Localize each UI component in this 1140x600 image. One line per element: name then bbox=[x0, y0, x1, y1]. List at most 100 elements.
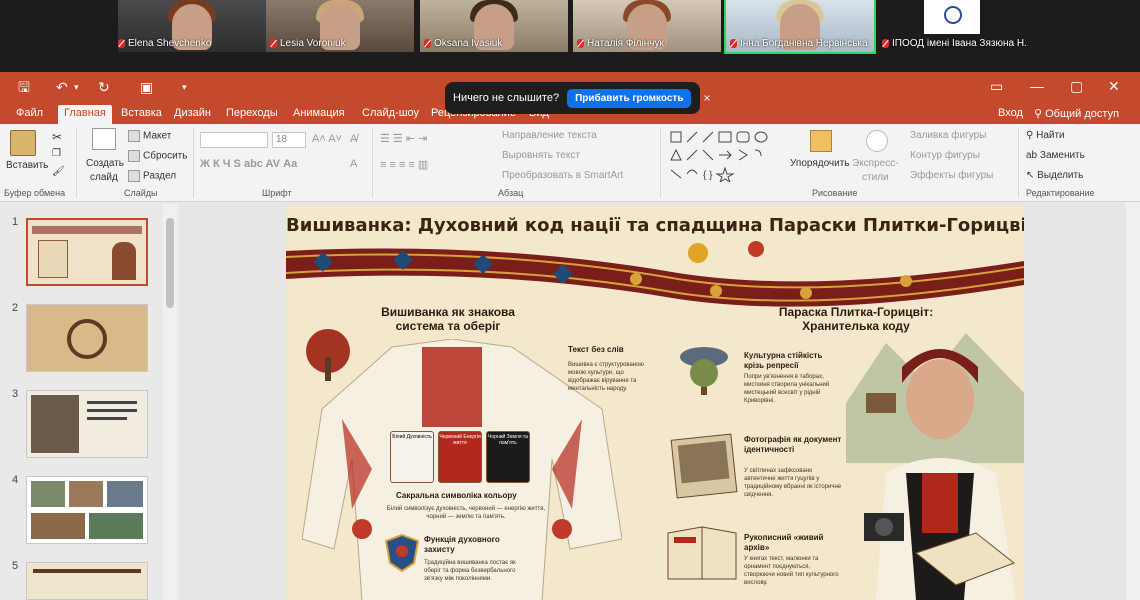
slide-thumbnail[interactable] bbox=[26, 476, 148, 544]
share-button[interactable]: ⚲ Общий доступ bbox=[1034, 107, 1119, 120]
tab-animations[interactable]: Анимация bbox=[287, 105, 351, 124]
sign-in-link[interactable]: Вход bbox=[998, 107, 1023, 119]
participant-tile[interactable]: Oksana Ivasiuk bbox=[420, 0, 568, 52]
participant-tile[interactable]: Lesia Voroniuk bbox=[266, 0, 414, 52]
cut-icon[interactable]: ✂ bbox=[52, 130, 62, 144]
quick-styles-button[interactable]: Экспресс- bbox=[852, 158, 899, 169]
shield-icon bbox=[384, 533, 420, 573]
participant-tile[interactable]: ІПООД імені Івана Зязюна Н... bbox=[880, 0, 1028, 52]
new-slide-button[interactable]: Создать bbox=[86, 158, 124, 169]
participant-name: ІПООД імені Івана Зязюна Н... bbox=[882, 36, 1028, 50]
section-icon bbox=[128, 170, 140, 182]
group-drawing: Рисование bbox=[812, 188, 858, 198]
tab-design[interactable]: Дизайн bbox=[168, 105, 217, 124]
left-section-heading: Вишиванка як знакова система та оберіг bbox=[381, 305, 515, 333]
ribbon-home-panel: Вставить ✂ ❐ 🖌 Буфер обмена Создать слай… bbox=[0, 124, 1140, 202]
group-slides: Слайды bbox=[124, 188, 158, 198]
shape-effects-button[interactable]: Эффекты фигуры bbox=[910, 170, 993, 181]
align-text-button[interactable]: Выровнять текст bbox=[502, 150, 580, 161]
align-icons[interactable]: ≡ ≡ ≡ ≡ ▥ bbox=[380, 158, 428, 171]
slide-thumbnail[interactable] bbox=[26, 304, 148, 372]
copy-icon[interactable]: ❐ bbox=[52, 148, 61, 159]
customize-toolbar-icon[interactable]: ▾ bbox=[182, 78, 187, 96]
photo-body: У світлинах зафіксовано автентичне життя… bbox=[744, 468, 842, 498]
tab-slideshow[interactable]: Слайд-шоу bbox=[356, 105, 425, 124]
slide-thumbnail[interactable] bbox=[26, 218, 148, 286]
slide-canvas[interactable]: Вишиванка: Духовний код нації та спадщин… bbox=[286, 205, 1024, 600]
tab-home[interactable]: Главная bbox=[58, 105, 112, 124]
shape-outline-button[interactable]: Контур фигуры bbox=[910, 150, 980, 161]
participant-tile-active-speaker[interactable]: Інна Богданівна Нервінська bbox=[724, 0, 876, 54]
notification-text: Ничего не слышите? bbox=[453, 92, 560, 104]
convert-smartart-button[interactable]: Преобразовать в SmartArt bbox=[502, 170, 623, 181]
replace-icon: ab bbox=[1026, 150, 1040, 161]
slide-title: Вишиванка: Духовний код нації та спадщин… bbox=[286, 215, 1024, 236]
swatch-black: Чорний Земля та пам'ять bbox=[486, 431, 530, 483]
tab-file[interactable]: Файл bbox=[10, 105, 49, 124]
layout-button[interactable]: Макет bbox=[128, 130, 171, 142]
undo-dropdown-icon[interactable]: ▾ bbox=[74, 78, 79, 96]
undo-icon[interactable]: ↶ bbox=[56, 78, 68, 96]
font-family-select[interactable] bbox=[200, 132, 268, 148]
participant-name: Lesia Voroniuk bbox=[270, 36, 346, 50]
text-direction-button[interactable]: Направление текста bbox=[502, 130, 597, 141]
tab-insert[interactable]: Вставка bbox=[115, 105, 168, 124]
protection-body: Традиційна вишиванка постає як оберіг та… bbox=[424, 560, 516, 582]
reset-icon bbox=[128, 150, 140, 162]
increase-volume-button[interactable]: Прибавить громкость bbox=[567, 88, 692, 108]
format-painter-icon[interactable]: 🖌 bbox=[52, 166, 65, 177]
cursor-icon: ↖ bbox=[1026, 170, 1038, 181]
participant-tile[interactable]: Наталія Філінчук bbox=[573, 0, 721, 52]
tab-transitions[interactable]: Переходы bbox=[220, 105, 284, 124]
slide-thumbnail-pane: 1 2 3 4 5 bbox=[0, 202, 180, 600]
find-button[interactable]: ⚲ Найти bbox=[1026, 130, 1065, 141]
group-font: Шрифт bbox=[262, 188, 292, 198]
font-color-icon[interactable]: A bbox=[350, 158, 357, 170]
text-no-words-body: Вишивка є структурованою мовою культури,… bbox=[568, 362, 644, 392]
redo-icon[interactable]: ↻ bbox=[98, 78, 110, 96]
clear-formatting-icon[interactable]: A̸ bbox=[350, 133, 357, 145]
resilience-body: Попри ув'язнення в таборах, мисткиня ств… bbox=[744, 374, 830, 404]
storm-tree-icon bbox=[680, 347, 728, 395]
group-clipboard: Буфер обмена bbox=[4, 188, 66, 198]
replace-button[interactable]: ab Заменить bbox=[1026, 150, 1085, 161]
font-size-select[interactable]: 18 bbox=[272, 132, 306, 148]
font-formatting-buttons[interactable]: Ж К Ч S abc AV Аа bbox=[200, 158, 297, 170]
swatch-red: Червоний Енергія життя bbox=[438, 431, 482, 483]
save-icon[interactable]: 🖫 bbox=[18, 78, 30, 96]
sacred-colors-heading: Сакральна символіка кольору bbox=[396, 491, 517, 500]
shape-fill-button[interactable]: Заливка фигуры bbox=[910, 130, 986, 141]
reset-button[interactable]: Сбросить bbox=[128, 150, 187, 162]
slideshow-from-start-icon[interactable]: ▣ bbox=[140, 78, 153, 96]
paste-button[interactable]: Вставить bbox=[6, 160, 48, 171]
new-slide-icon[interactable] bbox=[92, 128, 116, 150]
audio-notification: Ничего не слышите? Прибавить громкость × bbox=[445, 82, 711, 114]
slide-thumbnail[interactable] bbox=[26, 390, 148, 458]
font-grow-icon[interactable]: A˄ A˅ bbox=[312, 133, 342, 145]
maximize-icon[interactable]: ▢ bbox=[1070, 78, 1083, 95]
quick-styles-icon[interactable] bbox=[866, 130, 888, 152]
section-button[interactable]: Раздел bbox=[128, 170, 176, 182]
ribbon-display-icon[interactable]: ▭ bbox=[990, 78, 1003, 95]
svg-text:{ }: { } bbox=[703, 170, 713, 181]
close-notification-icon[interactable]: × bbox=[703, 91, 710, 105]
quick-styles-label: стили bbox=[862, 172, 889, 183]
close-icon[interactable]: ✕ bbox=[1108, 78, 1120, 95]
mic-muted-icon bbox=[882, 38, 889, 48]
participant-name: Інна Богданівна Нервінська bbox=[730, 36, 868, 50]
slide-thumbnail[interactable] bbox=[26, 562, 148, 600]
paste-icon[interactable] bbox=[10, 130, 36, 156]
bullets-icon[interactable]: ☰ ☰ ⇤ ⇥ bbox=[380, 132, 427, 145]
participant-tile[interactable]: Elena Shevchenko bbox=[118, 0, 266, 52]
mic-muted-icon bbox=[730, 38, 737, 48]
participant-name: Elena Shevchenko bbox=[118, 36, 211, 50]
search-icon: ⚲ bbox=[1026, 130, 1037, 141]
shapes-gallery[interactable]: { } bbox=[667, 128, 785, 182]
slide-scrollbar[interactable] bbox=[1126, 202, 1140, 600]
minimize-icon[interactable]: — bbox=[1030, 78, 1044, 94]
mic-muted-icon bbox=[577, 38, 584, 48]
slide-number: 3 bbox=[12, 388, 19, 400]
arrange-button[interactable]: Упорядочить bbox=[790, 158, 850, 169]
select-button[interactable]: ↖ Выделить bbox=[1026, 170, 1083, 181]
thumbnail-scrollbar[interactable] bbox=[163, 204, 177, 600]
